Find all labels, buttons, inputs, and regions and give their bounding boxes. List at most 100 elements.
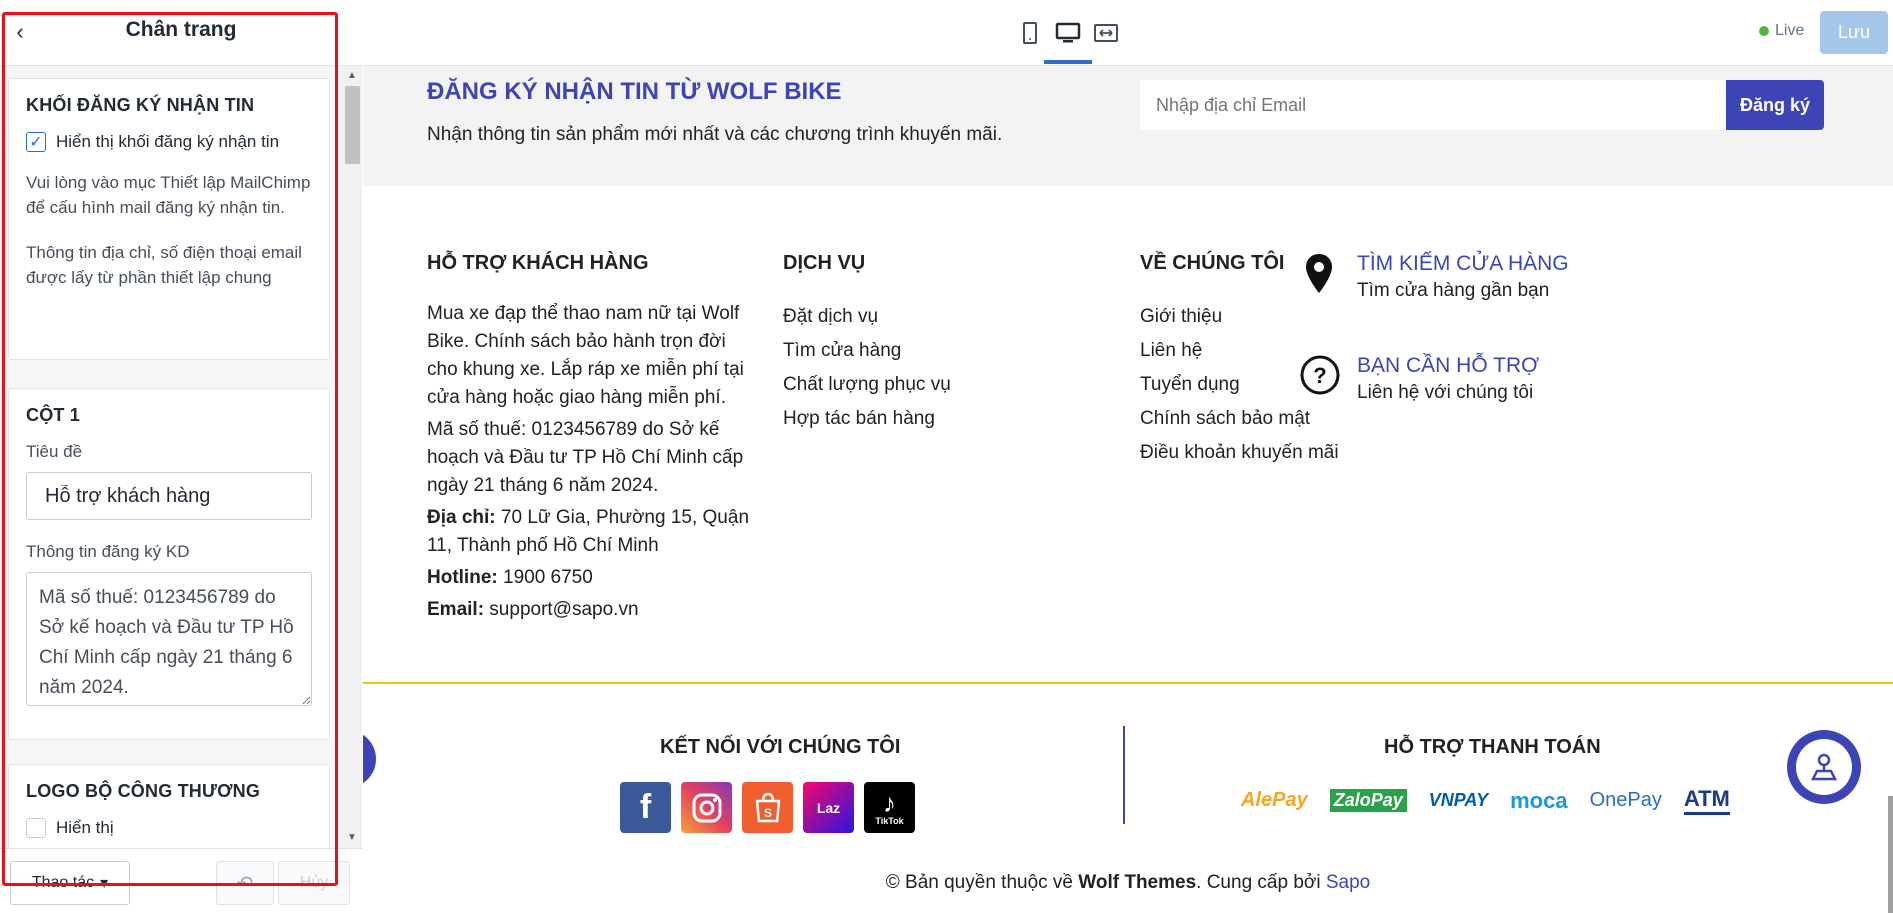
payment-title: HỖ TRỢ THANH TOÁN — [1384, 736, 1601, 758]
panel-header: ‹ Chân trang — [0, 0, 362, 66]
footer-link[interactable]: Điều khoản khuyến mãi — [1140, 436, 1440, 470]
panel-footer: Thao tác ▾ ↶ Hủy — [0, 848, 362, 913]
copyright-text: © Bản quyền thuộc về Wolf Themes. Cung c… — [363, 872, 1893, 894]
undo-icon: ↶ — [236, 872, 254, 895]
editor-panel: ‹ Chân trang KHỐI ĐĂNG KÝ NHẬN TIN ✓ Hiể… — [0, 0, 362, 913]
tax-info: Mã số thuế: 0123456789 do Sở kế hoạch và… — [427, 419, 744, 496]
vnpay-logo: VNPAY — [1428, 790, 1489, 810]
show-logo-row[interactable]: Hiển thị — [26, 818, 312, 838]
newsletter-email-input[interactable] — [1140, 80, 1726, 130]
lazada-text: Laz — [816, 799, 841, 816]
store-locator-subtitle: Tìm cửa hàng gần bạn — [1357, 280, 1550, 301]
mailchimp-help-text: Vui lòng vào mục Thiết lập MailChimp để … — [26, 173, 311, 217]
store-description: Mua xe đạp thể thao nam nữ tại Wolf Bike… — [427, 303, 744, 408]
store-locator-title[interactable]: TÌM KIẾM CỬA HÀNG — [1357, 252, 1569, 276]
panel-title: Chân trang — [125, 18, 237, 41]
desktop-view-icon[interactable] — [1044, 18, 1092, 64]
social-links: f S Laz ♪ TikTok — [620, 782, 915, 833]
site-preview: ĐĂNG KÝ NHẬN TIN TỪ WOLF BIKE Nhận thông… — [363, 66, 1893, 913]
contact-info-help-text: Thông tin địa chỉ, số điện thoại email đ… — [26, 243, 302, 287]
actions-dropdown-button[interactable]: Thao tác ▾ — [10, 861, 130, 905]
email-label: Email: — [427, 599, 485, 620]
panel-scrollbar[interactable]: ▲ ▼ — [342, 66, 362, 848]
title-field-label: Tiêu đề — [26, 442, 83, 461]
mobile-view-icon[interactable] — [1015, 18, 1045, 48]
svg-text:?: ? — [1313, 363, 1326, 388]
show-logo-label: Hiển thị — [56, 818, 114, 837]
instagram-icon[interactable] — [681, 782, 732, 833]
footer-link[interactable]: Tìm cửa hàng — [783, 334, 1083, 368]
save-button[interactable]: Lưu — [1820, 11, 1888, 54]
scroll-thumb[interactable] — [345, 86, 360, 164]
show-newsletter-row[interactable]: ✓ Hiển thị khối đăng ký nhận tin — [26, 132, 312, 152]
show-newsletter-checkbox[interactable]: ✓ — [26, 132, 46, 152]
facebook-letter: f — [639, 788, 652, 826]
newsletter-section: ĐĂNG KÝ NHẬN TIN TỪ WOLF BIKE Nhận thông… — [363, 66, 1893, 186]
copyright-mid: . Cung cấp bởi — [1196, 872, 1326, 893]
footer-link[interactable]: Chính sách bảo mật — [1140, 402, 1440, 436]
scroll-up-arrow-icon[interactable]: ▲ — [342, 66, 362, 86]
help-subtitle: Liên hệ với chúng tôi — [1357, 382, 1534, 403]
newsletter-title: ĐĂNG KÝ NHẬN TIN TỪ WOLF BIKE — [427, 78, 842, 105]
copyright-provider-link[interactable]: Sapo — [1326, 872, 1370, 893]
show-newsletter-label: Hiển thị khối đăng ký nhận tin — [56, 132, 280, 151]
business-info-textarea[interactable]: Mã số thuế: 0123456789 do Sở kế hoạch và… — [26, 572, 312, 706]
notification-bell-button[interactable] — [363, 730, 376, 788]
atm-logo: ATM — [1683, 786, 1730, 815]
tiktok-note-icon: ♪ — [883, 787, 896, 818]
hotline-value[interactable]: 1900 6750 — [498, 567, 593, 588]
help-block[interactable]: ? BẠN CẦN HỖ TRỢ Liên hệ với chúng tôi — [1299, 354, 1539, 404]
zalopay-logo: ZaloPay — [1329, 789, 1407, 812]
undo-button[interactable]: ↶ — [216, 861, 274, 905]
newsletter-settings-card: KHỐI ĐĂNG KÝ NHẬN TIN ✓ Hiển thị khối đă… — [8, 78, 330, 360]
tiktok-icon[interactable]: ♪ TikTok — [864, 782, 915, 833]
caret-down-icon: ▾ — [100, 875, 109, 892]
scroll-down-arrow-icon[interactable]: ▼ — [342, 828, 362, 848]
facebook-icon[interactable]: f — [620, 782, 671, 833]
moit-logo-settings-card: LOGO BỘ CÔNG THƯƠNG Hiển thị — [8, 764, 330, 848]
newsletter-submit-button[interactable]: Đăng ký — [1726, 80, 1824, 130]
live-dot-icon — [1759, 26, 1769, 36]
column-title: Hỗ trợ khách hàng — [427, 252, 649, 274]
shopee-icon[interactable]: S — [742, 782, 793, 833]
column-title-input[interactable] — [26, 472, 312, 520]
panel-scroll-area: KHỐI ĐĂNG KÝ NHẬN TIN ✓ Hiển thị khối đă… — [0, 66, 362, 848]
lazada-icon[interactable]: Laz — [803, 782, 854, 833]
footer-link[interactable]: Chất lượng phục vụ — [783, 368, 1083, 402]
cancel-button[interactable]: Hủy — [278, 861, 350, 905]
footer-link[interactable]: Giới thiệu — [1140, 300, 1440, 334]
copyright-brand: Wolf Themes — [1078, 872, 1197, 893]
card-title: LOGO BỘ CÔNG THƯƠNG — [26, 781, 261, 801]
card-title: KHỐI ĐĂNG KÝ NHẬN TIN — [26, 95, 255, 115]
show-logo-checkbox[interactable] — [26, 818, 46, 838]
vertical-divider — [1123, 726, 1125, 824]
live-status: Live — [1759, 22, 1804, 40]
actions-label: Thao tác — [31, 874, 95, 891]
store-locator-block[interactable]: TÌM KIẾM CỬA HÀNG Tìm cửa hàng gần bạn — [1299, 252, 1569, 302]
footer-link[interactable]: Đặt dịch vụ — [783, 300, 1083, 334]
email-line: Email: support@sapo.vn — [427, 596, 757, 624]
support-chat-button[interactable] — [1787, 730, 1861, 804]
connect-title: KẾT NỐI VỚI CHÚNG TÔI — [660, 736, 901, 758]
card-title: CỘT 1 — [26, 405, 81, 425]
address-label: Địa chỉ: — [427, 507, 496, 528]
map-person-icon — [1796, 739, 1852, 795]
full-width-view-icon[interactable] — [1091, 18, 1121, 48]
top-toolbar: Live Lưu — [363, 0, 1893, 66]
hotline-line: Hotline: 1900 6750 — [427, 564, 757, 592]
email-value[interactable]: support@sapo.vn — [484, 599, 638, 620]
copyright-prefix: © Bản quyền thuộc về — [885, 872, 1079, 893]
preview-scrollbar[interactable] — [1888, 796, 1893, 913]
help-title[interactable]: BẠN CẦN HỖ TRỢ — [1357, 354, 1539, 378]
footer-link[interactable]: Hợp tác bán hàng — [783, 402, 1083, 436]
alepay-logo: AlePay — [1241, 789, 1308, 811]
location-pin-icon — [1299, 252, 1339, 293]
business-info-label: Thông tin đăng ký KD — [26, 542, 190, 561]
address-line: Địa chỉ: 70 Lữ Gia, Phường 15, Quận 11, … — [427, 504, 757, 560]
tiktok-text: TikTok — [875, 815, 904, 826]
payment-methods: AlePay ZaloPay VNPAY moca OnePay ATM — [1241, 786, 1730, 815]
svg-text:S: S — [763, 806, 771, 820]
column-1-settings-card: CỘT 1 Tiêu đề Thông tin đăng ký KD Mã số… — [8, 388, 330, 740]
column-title: Dịch vụ — [783, 252, 866, 274]
footer-column-support: Hỗ trợ khách hàng Mua xe đạp thể thao na… — [427, 252, 757, 628]
